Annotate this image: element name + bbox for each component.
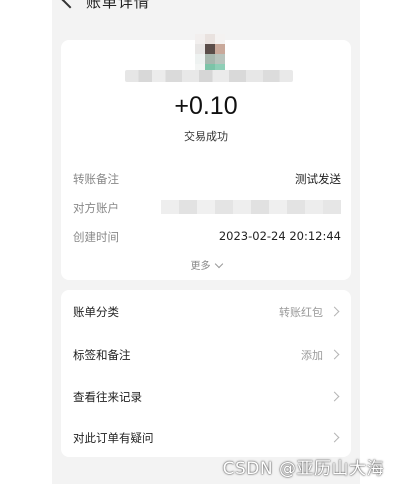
transaction-amount: +0.10	[174, 92, 238, 120]
menu-item-value: 添加	[301, 349, 323, 362]
menu-item-label: 账单分类	[73, 305, 119, 319]
detail-row-account: 对方账户	[73, 200, 341, 216]
menu-item-label: 对此订单有疑问	[73, 431, 154, 445]
menu-item-bill-category[interactable]: 账单分类 转账红包	[61, 290, 351, 332]
detail-value: 测试发送	[295, 172, 341, 186]
watermark: CSDN @亚历山大海	[222, 459, 384, 479]
detail-label: 转账备注	[73, 172, 119, 186]
menu-item-label: 标签和备注	[73, 348, 131, 362]
detail-label: 创建时间	[73, 230, 119, 244]
menu-item-transaction-history[interactable]: 查看往来记录	[61, 375, 351, 417]
detail-row-remark: 转账备注 测试发送	[73, 171, 341, 187]
back-arrow-icon[interactable]	[61, 0, 79, 9]
detail-value: 2023-02-24 20:12:44	[218, 229, 341, 243]
chevron-right-icon	[329, 432, 340, 443]
more-toggle[interactable]: 更多	[61, 257, 351, 272]
menu-item-order-question[interactable]: 对此订单有疑问	[61, 416, 351, 458]
menu-item-tags-remarks[interactable]: 标签和备注 添加	[61, 333, 351, 375]
more-label: 更多	[190, 261, 211, 272]
bill-detail-screen: 账单详情 +0.10 交易成功 转账备注 测试发送 对方账户 创建时间 2023…	[52, 0, 360, 484]
blurred-account-value	[161, 200, 341, 214]
blurred-counterparty-name	[125, 70, 293, 82]
transaction-summary-card: +0.10 交易成功 转账备注 测试发送 对方账户 创建时间 2023-02-2…	[61, 34, 351, 280]
page-title: 账单详情	[86, 0, 151, 11]
menu-item-label: 查看往来记录	[73, 390, 142, 404]
detail-row-created-time: 创建时间 2023-02-24 20:12:44	[73, 229, 341, 245]
avatar	[195, 34, 225, 72]
chevron-right-icon	[329, 349, 340, 360]
top-bar: 账单详情	[52, 0, 360, 14]
actions-card: 账单分类 转账红包 标签和备注 添加 查看往来记录 对此订单有疑问	[61, 290, 351, 457]
detail-label: 对方账户	[73, 201, 119, 215]
chevron-right-icon	[329, 391, 340, 402]
menu-item-value: 转账红包	[279, 306, 323, 319]
chevron-down-icon	[214, 259, 223, 269]
transaction-status: 交易成功	[184, 130, 228, 143]
chevron-right-icon	[329, 306, 340, 317]
